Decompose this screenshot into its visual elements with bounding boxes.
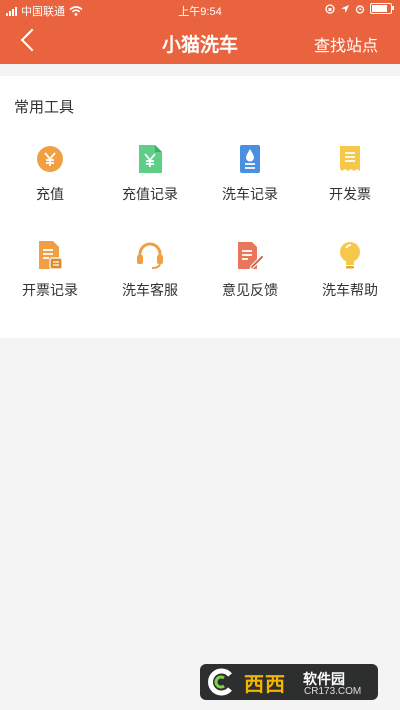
tool-label: 开发票	[329, 186, 371, 202]
recharge-coin-icon	[37, 146, 63, 172]
watermark-c-icon	[208, 668, 232, 696]
status-bar: 中国联通 上午9:54	[0, 0, 400, 20]
feedback-icon	[238, 242, 265, 270]
find-station-button[interactable]: 查找站点	[314, 32, 378, 56]
nav-bar: 小猫洗车 查找站点	[0, 20, 400, 64]
headset-icon	[137, 242, 163, 269]
lightbulb-icon	[340, 242, 360, 269]
location-icon	[341, 4, 349, 13]
tool-label: 洗车帮助	[322, 282, 378, 298]
invoice-icon	[340, 146, 360, 171]
tool-customer-service[interactable]: 洗车客服	[100, 232, 200, 328]
app-header: 中国联通 上午9:54 小猫洗车 查找站点	[0, 0, 400, 64]
section-title: 常用工具	[14, 99, 75, 116]
tool-wash-record[interactable]: 洗车记录	[200, 136, 300, 232]
rotation-lock-icon	[325, 3, 335, 14]
watermark-logo: 西西 软件园 CR173.COM	[200, 664, 378, 700]
tool-recharge-record[interactable]: 充值记录	[100, 136, 200, 232]
tool-recharge[interactable]: 充值	[0, 136, 100, 232]
tool-help[interactable]: 洗车帮助	[300, 232, 400, 328]
invoice-record-icon	[39, 241, 63, 270]
battery-icon	[370, 3, 394, 14]
tool-invoice-record[interactable]: 开票记录	[0, 232, 100, 328]
tools-grid: 充值 充值记录 洗车记录 开发票 开票记录 洗车客服 意见反馈 洗车帮助	[0, 136, 400, 328]
wash-record-icon	[240, 145, 260, 173]
tool-label: 开票记录	[22, 282, 78, 298]
status-right	[325, 3, 394, 14]
battery-fill	[372, 5, 388, 12]
tool-label: 意见反馈	[222, 282, 278, 298]
alarm-icon	[355, 4, 365, 14]
tool-invoice[interactable]: 开发票	[300, 136, 400, 232]
tool-label: 充值记录	[122, 186, 178, 202]
watermark-url: CR173.COM	[304, 686, 362, 697]
tool-feedback[interactable]: 意见反馈	[200, 232, 300, 328]
tool-label: 充值	[36, 186, 64, 202]
watermark-brand: 西西	[244, 674, 286, 696]
tools-panel: 常用工具 充值 充值记录 洗车记录 开发票 开票记录 洗车客服 意见反馈 洗车帮…	[0, 76, 400, 338]
tool-label: 洗车记录	[222, 186, 278, 202]
tool-label: 洗车客服	[122, 282, 178, 298]
recharge-record-icon	[139, 145, 162, 173]
